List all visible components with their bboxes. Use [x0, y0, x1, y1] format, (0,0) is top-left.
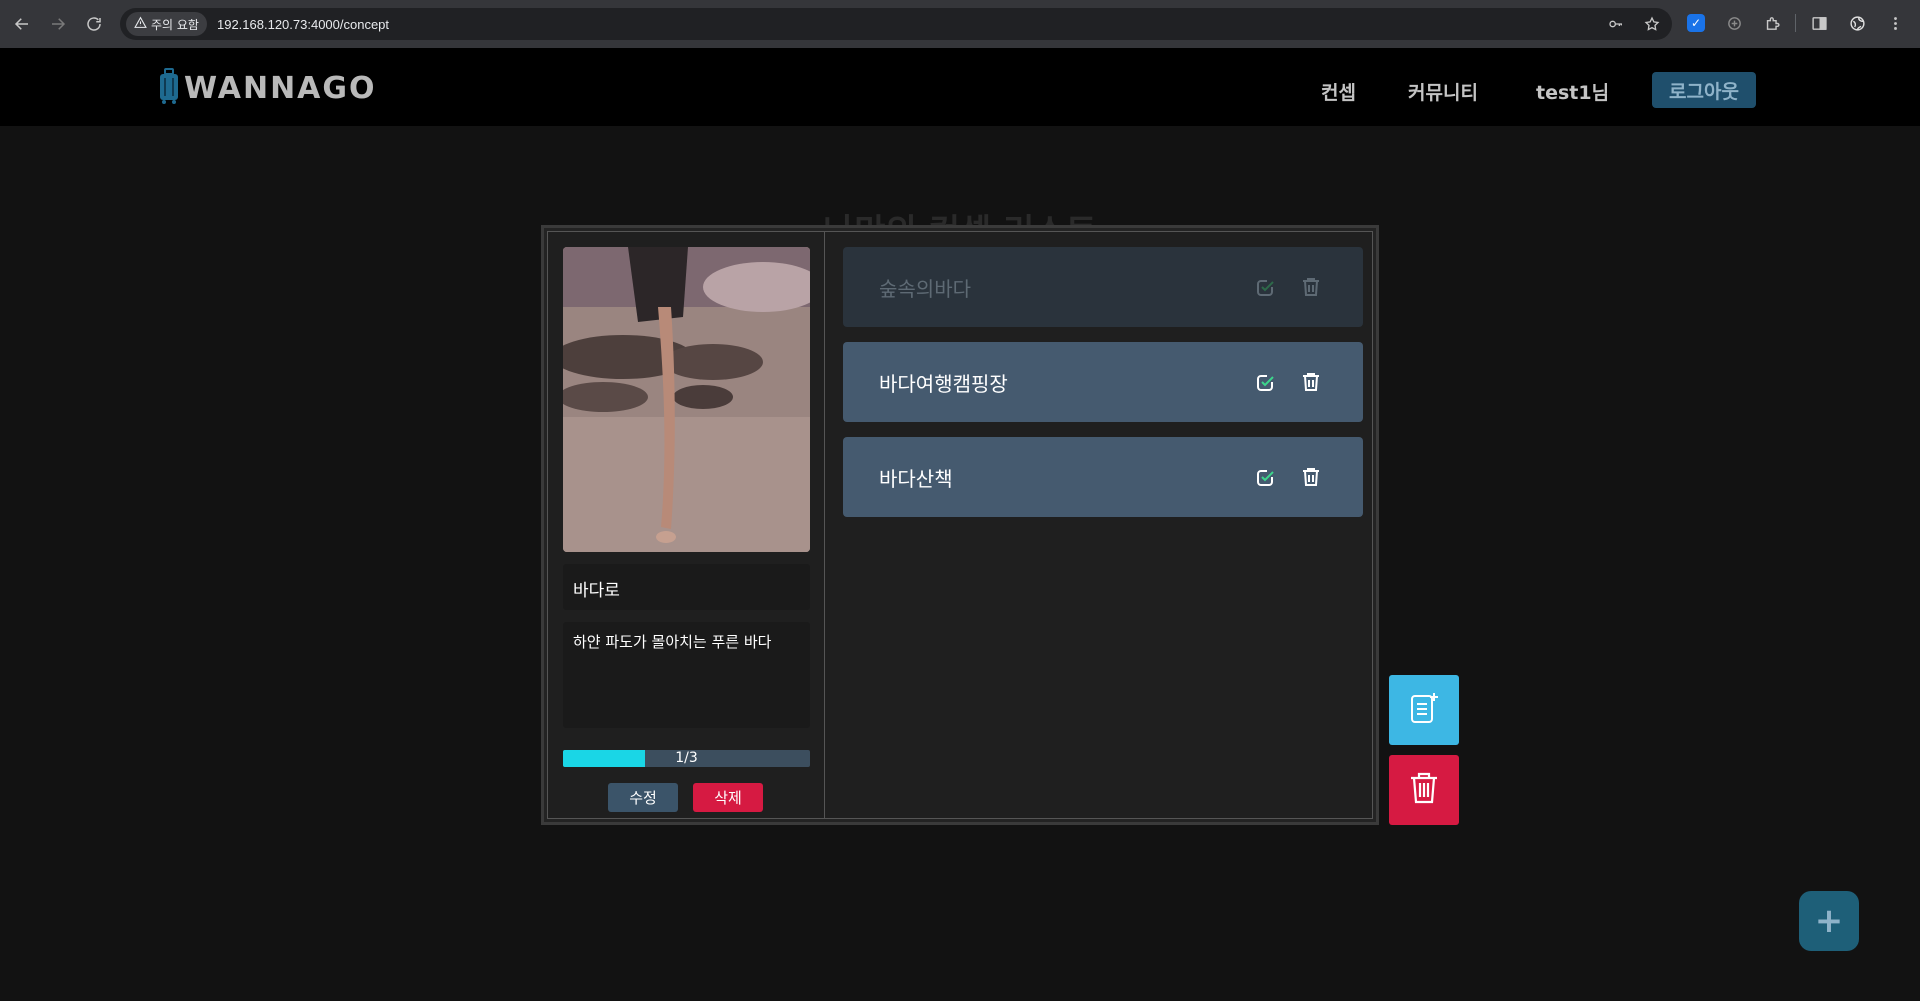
key-icon[interactable]	[1604, 12, 1628, 36]
list-item[interactable]: 바다여행캠핑장	[843, 342, 1363, 422]
extension-check-icon[interactable]: ✓	[1681, 8, 1711, 38]
logout-button[interactable]: 로그아웃	[1652, 72, 1756, 108]
delete-button[interactable]: 삭제	[693, 783, 763, 812]
check-icon[interactable]	[1253, 465, 1277, 489]
add-list-icon	[1406, 690, 1442, 730]
reload-icon[interactable]	[76, 6, 112, 42]
main-nav: 컨셉 커뮤니티 test1님 로그아웃	[0, 72, 1920, 112]
plus-icon: +	[1814, 901, 1844, 941]
add-place-button[interactable]	[1389, 675, 1459, 745]
forward-icon[interactable]	[40, 6, 76, 42]
item-label: 바다산책	[879, 467, 953, 491]
trash-icon[interactable]	[1299, 275, 1323, 299]
modal-body: 바다로 하얀 파도가 몰아치는 푸른 바다 1/3 수정 삭제 숲속의바다 바다…	[547, 231, 1373, 819]
list-item[interactable]: 바다산책	[843, 437, 1363, 517]
warning-chip-label: 주의 요함	[151, 17, 199, 32]
concept-detail-modal: 바다로 하얀 파도가 몰아치는 푸른 바다 1/3 수정 삭제 숲속의바다 바다…	[541, 225, 1379, 825]
add-concept-fab[interactable]: +	[1799, 891, 1859, 951]
address-bar[interactable]: 주의 요함 192.168.120.73:4000/concept	[120, 8, 1672, 40]
toolbar-divider	[1795, 14, 1796, 32]
progress-label: 1/3	[675, 750, 698, 766]
check-icon[interactable]	[1253, 370, 1277, 394]
nav-user[interactable]: test1님	[1536, 78, 1609, 105]
browser-toolbar: 주의 요함 192.168.120.73:4000/concept ✓	[0, 0, 1920, 48]
profile-avatar-icon[interactable]	[1842, 8, 1872, 38]
delete-concept-button[interactable]	[1389, 755, 1459, 825]
concept-photo	[563, 247, 810, 552]
security-warning-chip[interactable]: 주의 요함	[126, 12, 207, 36]
concept-description-field: 하얀 파도가 몰아치는 푸른 바다	[563, 622, 810, 728]
trash-icon[interactable]	[1299, 370, 1323, 394]
warning-icon	[134, 16, 147, 32]
site-header: WANNAGO 컨셉 커뮤니티 test1님 로그아웃	[0, 48, 1920, 126]
back-icon[interactable]	[4, 6, 40, 42]
url-text[interactable]: 192.168.120.73:4000/concept	[217, 17, 389, 32]
trash-icon[interactable]	[1299, 465, 1323, 489]
concept-title-field: 바다로	[563, 564, 810, 610]
item-label: 바다여행캠핑장	[879, 372, 1008, 396]
nav-concept[interactable]: 컨셉	[1321, 78, 1356, 105]
bookmark-star-icon[interactable]	[1640, 12, 1664, 36]
extension-sync-icon[interactable]	[1719, 8, 1749, 38]
nav-community[interactable]: 커뮤니티	[1408, 78, 1478, 105]
extensions-puzzle-icon[interactable]	[1757, 8, 1787, 38]
check-icon[interactable]	[1253, 275, 1277, 299]
side-panel-icon[interactable]	[1804, 8, 1834, 38]
browser-menu-icon[interactable]	[1880, 8, 1910, 38]
trash-icon	[1406, 770, 1442, 810]
progress-bar: 1/3	[563, 750, 810, 767]
edit-button[interactable]: 수정	[608, 783, 678, 812]
item-label: 숲속의바다	[879, 277, 971, 301]
list-item[interactable]: 숲속의바다	[843, 247, 1363, 327]
concept-info-panel: 바다로 하얀 파도가 몰아치는 푸른 바다 1/3 수정 삭제	[548, 232, 825, 818]
